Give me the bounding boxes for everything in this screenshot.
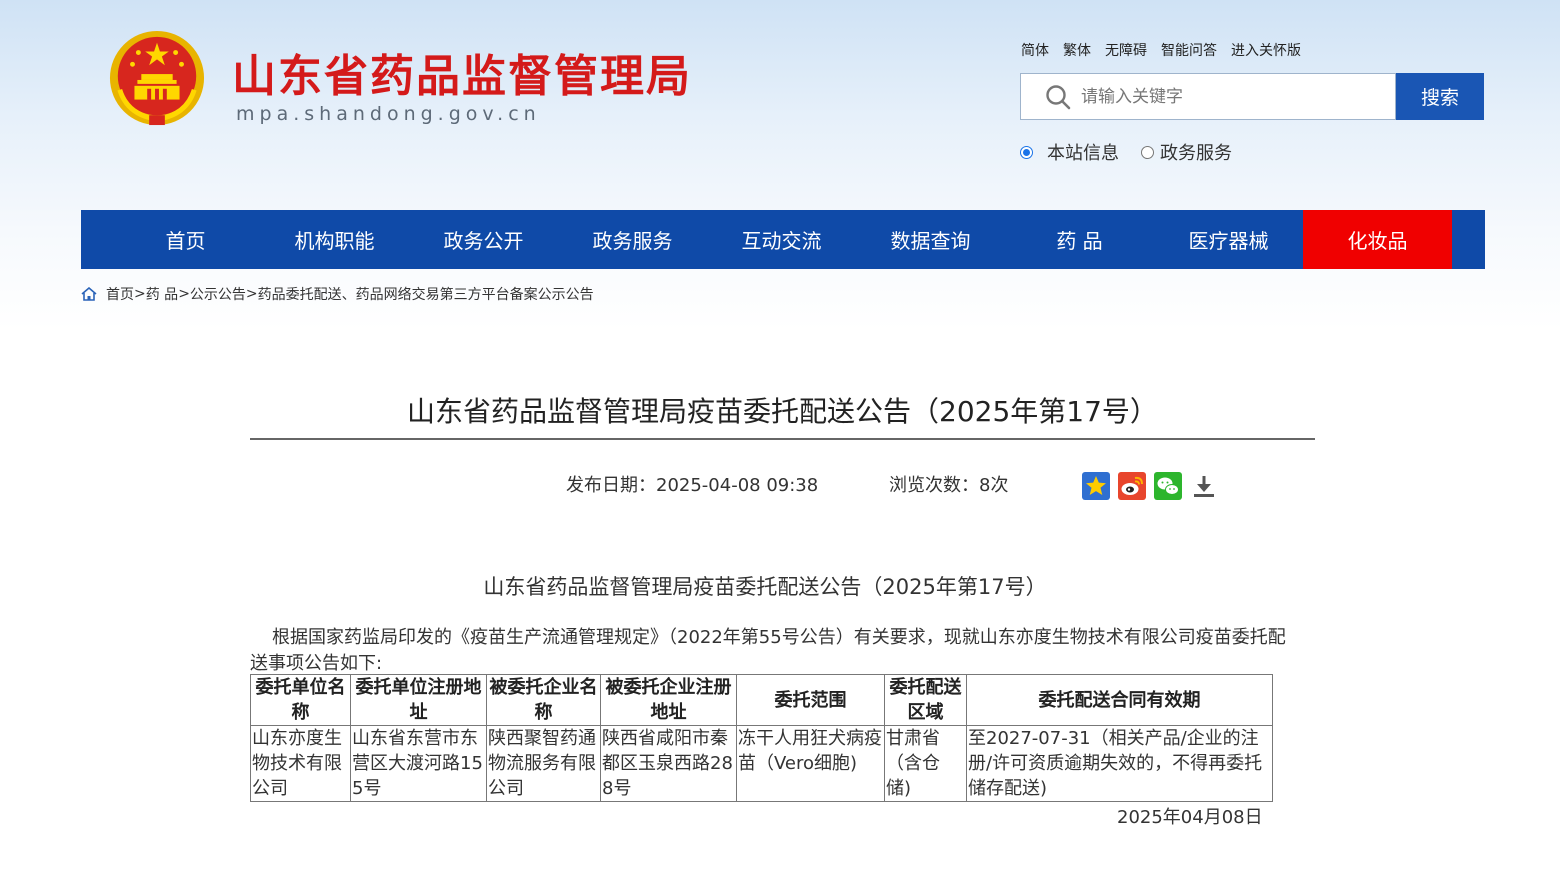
table-cell: 陕西省咸阳市秦都区玉泉西路288号	[600, 725, 737, 802]
home-icon	[81, 287, 97, 301]
breadcrumb-separator: >	[245, 286, 258, 302]
nav-item-cosmetics[interactable]: 化妆品	[1303, 210, 1452, 269]
top-links: 简体 繁体 无障碍 智能问答 进入关怀版	[1021, 40, 1301, 60]
article-intro: 根据国家药监局印发的《疫苗生产流通管理规定》（2022年第55号公告）有关要求，…	[250, 627, 1286, 674]
scope-site-info[interactable]: 本站信息	[1020, 139, 1119, 165]
breadcrumb-drugs[interactable]: 药 品	[146, 284, 178, 304]
view-count: 浏览次数：8次	[889, 471, 1008, 497]
nav-item-gov-open[interactable]: 政务公开	[409, 210, 558, 269]
table-row: 山东亦度生物技术有限公司 山东省东营市东营区大渡河路155号 陕西聚智药通物流服…	[250, 725, 1273, 802]
sign-date: 2025年04月08日	[1117, 807, 1263, 828]
search-input[interactable]	[1081, 86, 1381, 107]
table-cell: 冻干人用狂犬病疫苗（Vero细胞)	[736, 725, 885, 802]
table-header: 被委托企业名称	[486, 674, 601, 726]
scope-gov-service[interactable]: 政务服务	[1141, 139, 1232, 165]
breadcrumb-home[interactable]: 首页	[106, 284, 134, 304]
table-cell: 山东省东营市东营区大渡河路155号	[350, 725, 487, 802]
scope-gov-service-radio[interactable]	[1141, 145, 1154, 159]
breadcrumb-current[interactable]: 药品委托配送、药品网络交易第三方平台备案公示公告	[258, 284, 594, 304]
table-cell: 至2027-07-31（相关产品/企业的注册/许可资质逾期失效的，不得再委托储存…	[966, 725, 1273, 802]
delivery-table: 委托单位名称 委托单位注册地址 被委托企业名称 被委托企业注册地址 委托范围 委…	[250, 674, 1273, 802]
nav-item-data-query[interactable]: 数据查询	[856, 210, 1005, 269]
table-header: 委托单位名称	[250, 674, 351, 726]
breadcrumb: 首页 > 药 品 > 公示公告 > 药品委托配送、药品网络交易第三方平台备案公示…	[81, 284, 594, 304]
view-count-label: 浏览次数：	[889, 475, 979, 496]
nav-item-drugs[interactable]: 药 品	[1005, 210, 1154, 269]
share-toolbar	[1082, 472, 1218, 500]
table-header: 委托范围	[736, 674, 885, 726]
search-icon	[1046, 84, 1071, 109]
view-count-value: 8次	[979, 475, 1009, 496]
publish-date: 发布日期：2025-04-08 09:38	[566, 471, 818, 497]
article-subtitle: 山东省药品监督管理局疫苗委托配送公告（2025年第17号）	[483, 575, 1047, 599]
wechat-icon[interactable]	[1154, 472, 1182, 500]
top-link-simplified[interactable]: 简体	[1021, 40, 1049, 60]
scope-site-info-radio[interactable]	[1020, 145, 1033, 159]
breadcrumb-separator: >	[178, 286, 190, 302]
title-divider	[250, 438, 1315, 440]
table-header: 委托配送合同有效期	[966, 674, 1273, 726]
table-cell: 甘肃省（含仓储)	[884, 725, 967, 802]
nav-item-home[interactable]: 首页	[111, 210, 260, 269]
weibo-icon[interactable]	[1118, 472, 1146, 500]
main-nav: 首页 机构职能 政务公开 政务服务 互动交流 数据查询 药 品 医疗器械 化妆品	[81, 210, 1485, 269]
table-header-row: 委托单位名称 委托单位注册地址 被委托企业名称 被委托企业注册地址 委托范围 委…	[250, 674, 1273, 726]
favorite-star-icon[interactable]	[1082, 472, 1110, 500]
publish-date-value: 2025-04-08 09:38	[656, 475, 819, 496]
breadcrumb-separator: >	[134, 286, 146, 302]
table-cell: 陕西聚智药通物流服务有限公司	[486, 725, 601, 802]
site-domain: mpa.shandong.gov.cn	[236, 103, 541, 125]
top-link-traditional[interactable]: 繁体	[1063, 40, 1091, 60]
top-link-smart-qa[interactable]: 智能问答	[1161, 40, 1217, 60]
scope-gov-service-label: 政务服务	[1160, 143, 1232, 164]
download-icon[interactable]	[1190, 472, 1218, 500]
national-emblem-icon	[109, 30, 205, 126]
nav-item-organization[interactable]: 机构职能	[260, 210, 409, 269]
table-header: 委托配送区域	[884, 674, 967, 726]
table-header: 被委托企业注册地址	[600, 674, 737, 726]
search-box	[1020, 73, 1396, 120]
top-link-care-version[interactable]: 进入关怀版	[1231, 40, 1301, 60]
table-cell: 山东亦度生物技术有限公司	[250, 725, 351, 802]
search-scope: 本站信息 政务服务	[1020, 139, 1232, 165]
top-link-accessibility[interactable]: 无障碍	[1105, 40, 1147, 60]
scope-site-info-label: 本站信息	[1047, 143, 1119, 164]
nav-item-medical-devices[interactable]: 医疗器械	[1154, 210, 1303, 269]
search-button[interactable]: 搜索	[1396, 73, 1484, 120]
site-title[interactable]: 山东省药品监督管理局	[232, 40, 692, 104]
publish-date-label: 发布日期：	[566, 475, 656, 496]
table-header: 委托单位注册地址	[350, 674, 487, 726]
nav-item-interaction[interactable]: 互动交流	[707, 210, 856, 269]
nav-item-gov-service[interactable]: 政务服务	[558, 210, 707, 269]
article-title: 山东省药品监督管理局疫苗委托配送公告（2025年第17号）	[407, 395, 1158, 428]
breadcrumb-notices[interactable]: 公示公告	[190, 284, 246, 304]
